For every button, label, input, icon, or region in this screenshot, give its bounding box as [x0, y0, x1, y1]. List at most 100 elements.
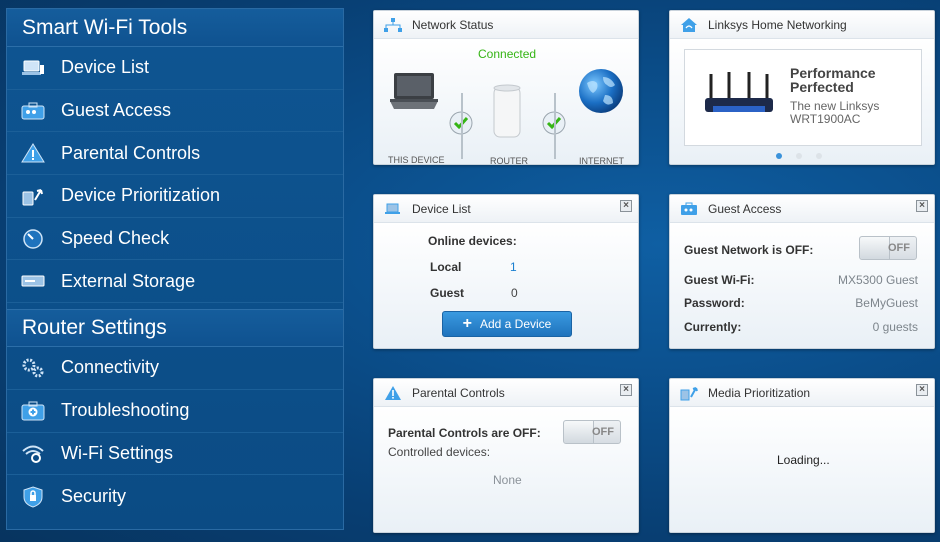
close-icon[interactable]: ×: [916, 200, 928, 212]
password-label: Password:: [684, 296, 745, 310]
widget-title: Media Prioritization: [708, 385, 811, 400]
parental-status: Parental Controls are OFF:: [388, 426, 541, 440]
carousel-dot[interactable]: [816, 153, 822, 159]
router-product-image: [703, 70, 775, 125]
controlled-devices-value: None: [493, 473, 522, 487]
network-status-widget: Network Status Connected THIS DEVICE ROU…: [373, 10, 639, 165]
warning-icon: [21, 143, 45, 163]
widget-header: Linksys Home Networking: [670, 11, 934, 39]
sidebar-item-guest-access[interactable]: Guest Access: [7, 90, 343, 133]
promo-headline-line-1: Performance: [790, 65, 876, 81]
router-label: ROUTER: [490, 156, 528, 165]
laptop-icon: [21, 58, 45, 78]
sidebar-item-parental-controls[interactable]: Parental Controls: [7, 132, 343, 176]
widget-title: Guest Access: [708, 201, 782, 216]
carousel-dot[interactable]: [796, 153, 802, 159]
internet-label: INTERNET: [579, 156, 624, 165]
medkit-icon: [21, 401, 45, 421]
promo-banner[interactable]: Performance Perfected The new Linksys WR…: [684, 49, 922, 146]
add-device-button[interactable]: + Add a Device: [442, 311, 572, 337]
widget-title: Device List: [412, 201, 471, 216]
widget-header: Parental Controls ×: [374, 379, 638, 407]
toggle-state: OFF: [592, 426, 614, 438]
widget-header: Media Prioritization ×: [670, 379, 934, 407]
sidebar-item-label: Connectivity: [61, 357, 160, 378]
guest-network-status: Guest Network is OFF:: [684, 243, 814, 257]
guest-access-widget: Guest Access × Guest Network is OFF: OFF…: [669, 194, 935, 349]
password-value: BeMyGuest: [855, 296, 918, 310]
guest-label: Guest: [430, 286, 465, 300]
guest-network-toggle[interactable]: OFF: [859, 236, 917, 260]
widget-title: Parental Controls: [412, 385, 505, 400]
currently-label: Currently:: [684, 320, 742, 334]
media-prioritization-widget: Media Prioritization × Loading...: [669, 378, 935, 533]
warning-icon: [384, 385, 402, 400]
carousel-dot[interactable]: [776, 153, 782, 159]
add-device-label: Add a Device: [479, 317, 552, 331]
sidebar-item-speed-check[interactable]: Speed Check: [7, 218, 343, 261]
sidebar-item-label: Security: [61, 486, 127, 507]
guest-icon: [680, 202, 698, 216]
widget-header: Network Status: [374, 11, 638, 39]
linksys-home-icon: [680, 17, 698, 32]
shield-icon: [21, 486, 45, 508]
speedometer-icon: [21, 228, 45, 249]
guest-count: 0: [511, 286, 518, 300]
toggle-knob: [564, 421, 594, 443]
guest-wifi-label: Guest Wi-Fi:: [684, 273, 755, 287]
parental-toggle[interactable]: OFF: [563, 420, 621, 444]
currently-value: 0 guests: [872, 320, 918, 334]
router-image[interactable]: [492, 83, 522, 144]
network-status-body: Connected THIS DEVICE ROUTER INTERNET: [374, 39, 638, 165]
divider: [461, 93, 463, 159]
divider: [554, 93, 556, 159]
promo-subtext: The new Linksys WRT1900AC: [790, 100, 879, 126]
close-icon[interactable]: ×: [620, 384, 632, 396]
parental-body: Parental Controls are OFF: OFF Controlle…: [374, 407, 638, 532]
carousel-dots: [776, 153, 822, 159]
widget-header: Guest Access ×: [670, 195, 934, 223]
widget-header: Device List ×: [374, 195, 638, 223]
sidebar-item-label: Device Prioritization: [61, 185, 221, 206]
widget-title: Linksys Home Networking: [708, 17, 847, 32]
sidebar-item-label: Wi-Fi Settings: [61, 442, 174, 463]
promo-subtext-line-2: WRT1900AC: [790, 112, 861, 126]
network-icon: [384, 17, 402, 32]
sidebar-item-wifi-settings[interactable]: Wi-Fi Settings: [7, 433, 343, 476]
laptop-icon: [384, 202, 402, 216]
wifi-icon: [21, 443, 45, 464]
media-body: Loading...: [670, 407, 934, 532]
device-list-body: Online devices: Local 1 Guest 0 + Add a …: [374, 223, 638, 348]
sidebar-item-label: Troubleshooting: [61, 400, 190, 421]
sidebar-item-troubleshooting[interactable]: Troubleshooting: [7, 390, 343, 433]
sidebar-item-label: External Storage: [61, 270, 196, 291]
prioritization-icon: [680, 386, 698, 400]
guest-wifi-value: MX5300 Guest: [837, 273, 918, 287]
prioritization-icon: [21, 186, 45, 206]
sidebar-item-label: Device List: [61, 57, 150, 78]
online-devices-label: Online devices:: [428, 234, 517, 248]
storage-icon: [21, 271, 45, 291]
laptop-image[interactable]: [388, 71, 440, 116]
close-icon[interactable]: ×: [916, 384, 928, 396]
sidebar-item-external-storage[interactable]: External Storage: [7, 260, 343, 304]
sidebar-item-connectivity[interactable]: Connectivity: [7, 347, 343, 390]
this-device-label: THIS DEVICE: [388, 155, 445, 165]
device-list-widget: Device List × Online devices: Local 1 Gu…: [373, 194, 639, 349]
plus-icon: +: [462, 315, 472, 332]
promo-headline-line-2: Perfected: [790, 79, 854, 95]
smart-wifi-tools-heading: Smart Wi-Fi Tools: [7, 9, 343, 47]
gears-icon: [21, 358, 45, 378]
linksys-home-widget: Linksys Home Networking Performance Perf…: [669, 10, 935, 165]
sidebar-item-device-prioritization[interactable]: Device Prioritization: [7, 175, 343, 218]
loading-text: Loading...: [777, 453, 830, 467]
globe-icon[interactable]: [577, 67, 625, 120]
promo-headline: Performance Perfected: [790, 66, 876, 94]
toggle-state: OFF: [888, 242, 910, 254]
local-label: Local: [430, 260, 462, 274]
widget-title: Network Status: [412, 17, 494, 32]
close-icon[interactable]: ×: [620, 200, 632, 212]
sidebar-item-security[interactable]: Security: [7, 475, 343, 518]
sidebar-item-device-list[interactable]: Device List: [7, 47, 343, 90]
local-count-link[interactable]: 1: [510, 260, 517, 274]
